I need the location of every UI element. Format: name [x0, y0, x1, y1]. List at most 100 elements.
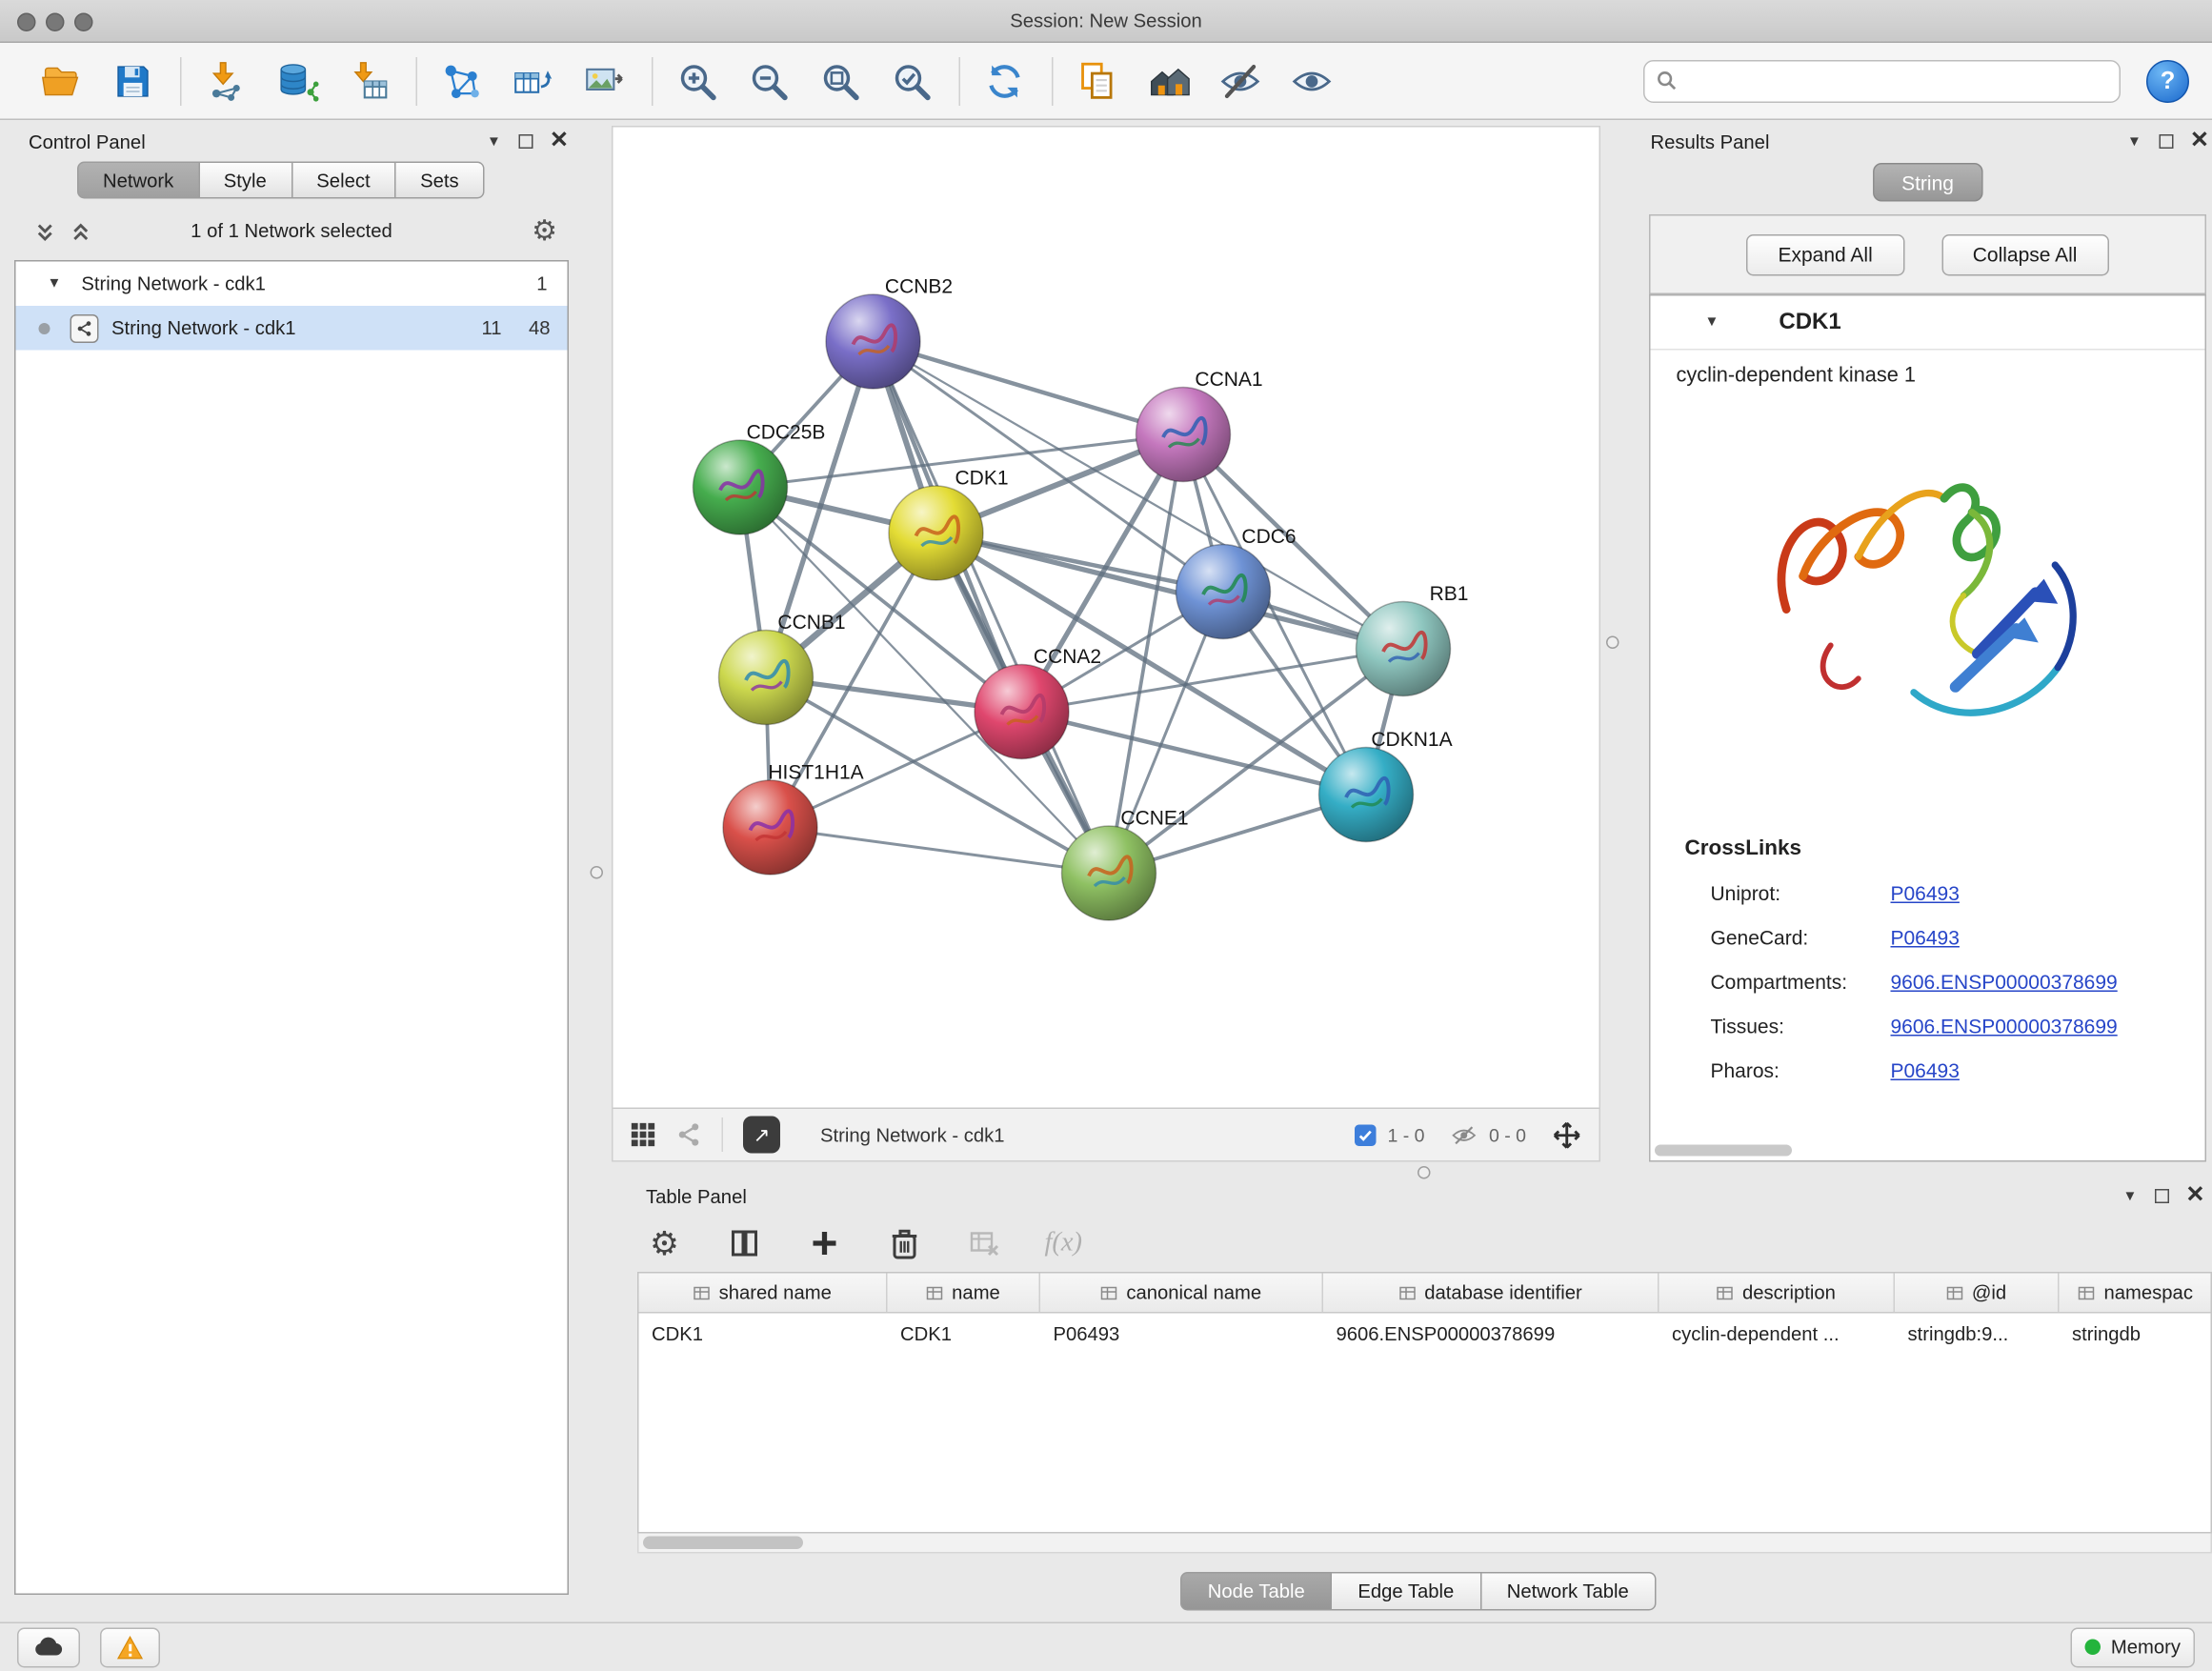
- cloud-button[interactable]: [17, 1627, 80, 1667]
- panel-close-icon[interactable]: ✕: [2185, 1189, 2204, 1203]
- column-header-canonical-name[interactable]: canonical name: [1040, 1274, 1323, 1313]
- tab-node-table[interactable]: Node Table: [1180, 1572, 1332, 1611]
- tab-style[interactable]: Style: [199, 162, 292, 199]
- apply-layout-button[interactable]: [975, 50, 1035, 111]
- add-column-plus-icon[interactable]: [805, 1223, 845, 1263]
- zoom-fit-button[interactable]: [811, 50, 871, 111]
- hidden-eye-slash-icon[interactable]: [1450, 1124, 1478, 1146]
- crosslink-link[interactable]: 9606.ENSP00000378699: [1891, 1014, 2118, 1037]
- panel-collapse-icon[interactable]: ▼: [2123, 1188, 2138, 1204]
- expand-all-button[interactable]: Expand All: [1746, 233, 1903, 275]
- move-crosshair-icon[interactable]: [1552, 1119, 1582, 1150]
- crosslink-link[interactable]: P06493: [1891, 1058, 1960, 1081]
- show-columns-icon[interactable]: [725, 1223, 765, 1263]
- network-node-rb1[interactable]: RB1: [1357, 583, 1469, 696]
- show-graphics-details-button[interactable]: [1282, 50, 1342, 111]
- column-header-description[interactable]: description: [1659, 1274, 1896, 1313]
- delete-column-trash-icon[interactable]: [885, 1223, 925, 1263]
- zoom-out-button[interactable]: [739, 50, 799, 111]
- crosslink-link[interactable]: P06493: [1891, 881, 1960, 904]
- table-cell[interactable]: P06493: [1040, 1314, 1323, 1354]
- results-hscrollbar[interactable]: [1655, 1145, 1792, 1157]
- tab-string[interactable]: String: [1873, 163, 1982, 202]
- table-cell[interactable]: cyclin-dependent ...: [1659, 1314, 1896, 1354]
- table-settings-gear-icon[interactable]: ⚙: [645, 1223, 685, 1263]
- crosslink-label: Uniprot:: [1711, 881, 1891, 904]
- table-cell[interactable]: CDK1: [639, 1314, 888, 1354]
- home-button[interactable]: [1139, 50, 1199, 111]
- tab-network-table[interactable]: Network Table: [1481, 1572, 1656, 1611]
- column-header-name[interactable]: name: [888, 1274, 1041, 1313]
- network-node-cdkn1a[interactable]: CDKN1A: [1319, 729, 1453, 842]
- search-input[interactable]: [1686, 70, 2108, 92]
- column-header-namespac[interactable]: namespac: [2060, 1274, 2212, 1313]
- crosslink-link[interactable]: P06493: [1891, 925, 1960, 948]
- network-collection-row[interactable]: ▼ String Network - cdk1 1: [16, 262, 568, 307]
- selected-nodes-checkbox[interactable]: [1355, 1124, 1377, 1146]
- network-node-ccnb1[interactable]: CCNB1: [719, 612, 846, 725]
- panel-float-icon[interactable]: [2159, 134, 2173, 149]
- column-header-database-identifier[interactable]: database identifier: [1323, 1274, 1659, 1313]
- table-cell[interactable]: CDK1: [888, 1314, 1041, 1354]
- network-from-table-button[interactable]: [503, 50, 563, 111]
- horizontal-splitter-handle[interactable]: [1418, 1166, 1431, 1179]
- panel-close-icon[interactable]: ✕: [2190, 134, 2209, 149]
- vertical-splitter-handle[interactable]: [591, 866, 604, 879]
- zoom-in-button[interactable]: [668, 50, 728, 111]
- table-hscrollbar[interactable]: [637, 1534, 2212, 1554]
- network-edge[interactable]: [771, 828, 1110, 874]
- collection-disclosure-icon[interactable]: ▼: [48, 276, 62, 292]
- collapse-all-button[interactable]: Collapse All: [1941, 233, 2109, 275]
- tab-sets[interactable]: Sets: [396, 162, 485, 199]
- export-image-button[interactable]: [574, 50, 634, 111]
- table-cell[interactable]: stringdb:9...: [1895, 1314, 2060, 1354]
- section-disclosure-icon[interactable]: ▼: [1705, 314, 1719, 331]
- network-node-ccna1[interactable]: CCNA1: [1136, 369, 1263, 482]
- grid-view-icon[interactable]: [631, 1122, 656, 1148]
- duplicate-network-button[interactable]: [1068, 50, 1128, 111]
- gene-section-header[interactable]: ▼ CDK1: [1651, 296, 2205, 351]
- network-edge-count: 48: [502, 317, 551, 339]
- scrollbar-thumb[interactable]: [643, 1537, 803, 1550]
- import-network-from-database-button[interactable]: [268, 50, 328, 111]
- help-button[interactable]: ?: [2146, 59, 2189, 102]
- network-edge[interactable]: [936, 534, 1404, 650]
- tab-network[interactable]: Network: [77, 162, 199, 199]
- network-edge[interactable]: [874, 342, 1110, 874]
- vertical-splitter-handle[interactable]: [1606, 636, 1619, 650]
- crosslink-link[interactable]: 9606.ENSP00000378699: [1891, 970, 2118, 993]
- import-table-from-file-button[interactable]: [339, 50, 399, 111]
- new-network-button[interactable]: [432, 50, 492, 111]
- network-node-ccnb2[interactable]: CCNB2: [826, 276, 953, 390]
- hide-graphics-details-button[interactable]: [1211, 50, 1271, 111]
- network-canvas[interactable]: CCNB2 CCNA1 CDC25B CDK1 CDC6: [613, 128, 1599, 1108]
- crosslink-label: Compartments:: [1711, 970, 1891, 993]
- import-network-from-file-button[interactable]: [196, 50, 256, 111]
- open-session-button[interactable]: [31, 50, 91, 111]
- table-row[interactable]: CDK1CDK1P064939606.ENSP00000378699cyclin…: [639, 1314, 2211, 1354]
- panel-collapse-icon[interactable]: ▼: [487, 133, 501, 150]
- zoom-selected-button[interactable]: [882, 50, 942, 111]
- birdseye-view-button[interactable]: ↗: [743, 1117, 780, 1154]
- column-header-shared-name[interactable]: shared name: [639, 1274, 888, 1313]
- tab-select[interactable]: Select: [292, 162, 396, 199]
- network-node-cdc25b[interactable]: CDC25B: [694, 422, 826, 535]
- network-view[interactable]: CCNB2 CCNA1 CDC25B CDK1 CDC6: [612, 126, 1600, 1162]
- network-row-selected[interactable]: String Network - cdk1 11 48: [16, 306, 568, 351]
- panel-close-icon[interactable]: ✕: [550, 134, 569, 149]
- network-node-hist1h1a[interactable]: HIST1H1A: [723, 762, 864, 876]
- tab-edge-table[interactable]: Edge Table: [1332, 1572, 1480, 1611]
- share-view-icon[interactable]: [676, 1122, 702, 1148]
- panel-float-icon[interactable]: [2154, 1189, 2168, 1203]
- save-session-button[interactable]: [103, 50, 163, 111]
- panel-collapse-icon[interactable]: ▼: [2127, 133, 2142, 150]
- houses-icon: [1148, 59, 1191, 102]
- warnings-button[interactable]: [100, 1627, 160, 1667]
- network-edge[interactable]: [874, 342, 1184, 435]
- column-header--id[interactable]: @id: [1895, 1274, 2060, 1313]
- table-cell[interactable]: stringdb: [2060, 1314, 2212, 1354]
- gear-icon[interactable]: ⚙: [532, 213, 557, 250]
- table-cell[interactable]: 9606.ENSP00000378699: [1323, 1314, 1659, 1354]
- memory-button[interactable]: Memory: [2071, 1627, 2195, 1667]
- panel-float-icon[interactable]: [518, 134, 533, 149]
